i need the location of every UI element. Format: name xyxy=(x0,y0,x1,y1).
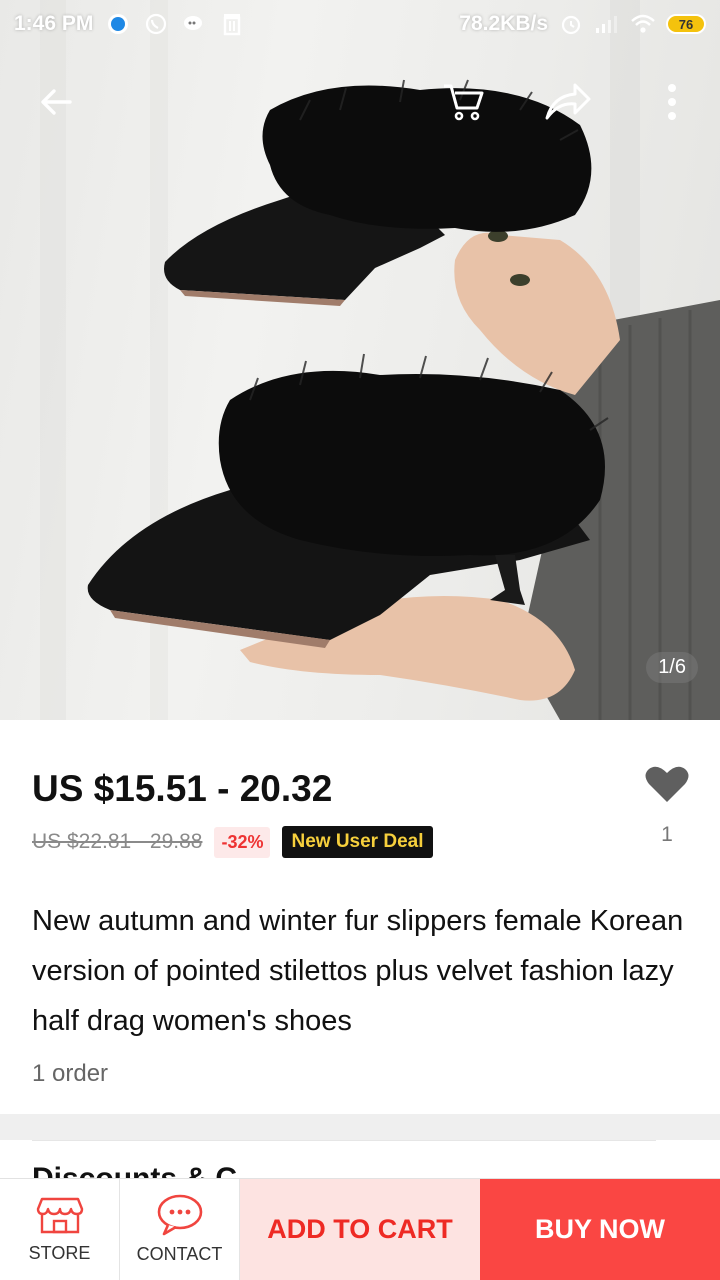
contact-label: CONTACT xyxy=(136,1244,223,1264)
back-arrow-icon xyxy=(41,89,72,115)
product-info: US $15.51 - 20.32 US $22.81 - 29.88 -32%… xyxy=(0,720,720,1114)
status-time: 1:46 PM xyxy=(14,12,94,35)
product-image-gallery[interactable]: 1:46 PM 78.2KB/s 76 1/6 xyxy=(0,0,720,720)
store-icon xyxy=(36,1197,83,1234)
add-to-cart-button[interactable]: ADD TO CART xyxy=(240,1179,480,1280)
whatsapp-icon xyxy=(143,11,169,37)
more-options-button[interactable] xyxy=(640,70,704,134)
more-vertical-icon xyxy=(668,84,676,120)
signal-icon xyxy=(594,11,620,37)
buy-now-button[interactable]: BUY NOW xyxy=(480,1179,720,1280)
network-speed: 78.2KB/s xyxy=(459,12,548,35)
store-button[interactable]: STORE xyxy=(0,1179,120,1280)
discount-badge: -32% xyxy=(214,826,271,858)
product-detail-page: 1:46 PM 78.2KB/s 76 1/6 US $15.51 - 20.3… xyxy=(0,0,720,1280)
bottom-action-bar: STORE CONTACT ADD TO CART BUY NOW xyxy=(0,1178,720,1280)
share-button[interactable] xyxy=(536,70,600,134)
back-button[interactable] xyxy=(24,70,88,134)
battery-icon: 76 xyxy=(666,14,706,34)
product-price: US $15.51 - 20.32 xyxy=(32,768,333,809)
price-details: US $22.81 - 29.88 -32% New User Deal xyxy=(32,826,433,858)
status-bar: 1:46 PM 78.2KB/s 76 xyxy=(0,0,720,48)
share-icon xyxy=(545,83,591,120)
new-user-deal-badge[interactable]: New User Deal xyxy=(282,826,433,858)
section-divider xyxy=(0,1114,720,1140)
wifi-icon xyxy=(630,11,656,37)
top-navigation xyxy=(0,70,720,140)
gallery-counter: 1/6 xyxy=(646,652,698,683)
product-title: New autumn and winter fur slippers femal… xyxy=(32,905,684,1037)
contact-button[interactable]: CONTACT xyxy=(120,1179,240,1280)
heart-icon xyxy=(645,766,689,802)
trash-icon xyxy=(219,11,245,37)
messenger-icon xyxy=(105,11,131,37)
cart-button[interactable] xyxy=(432,70,496,134)
wishlist-count: 1 xyxy=(661,823,673,846)
chat-icon xyxy=(181,11,207,37)
wishlist-button[interactable]: 1 xyxy=(644,764,690,847)
original-price: US $22.81 - 29.88 xyxy=(32,830,203,853)
alarm-icon xyxy=(558,11,584,37)
chat-bubble-icon xyxy=(157,1194,202,1236)
cart-icon xyxy=(444,84,484,121)
order-count: 1 order xyxy=(32,1060,109,1087)
store-label: STORE xyxy=(28,1243,91,1263)
divider-line xyxy=(32,1140,656,1141)
